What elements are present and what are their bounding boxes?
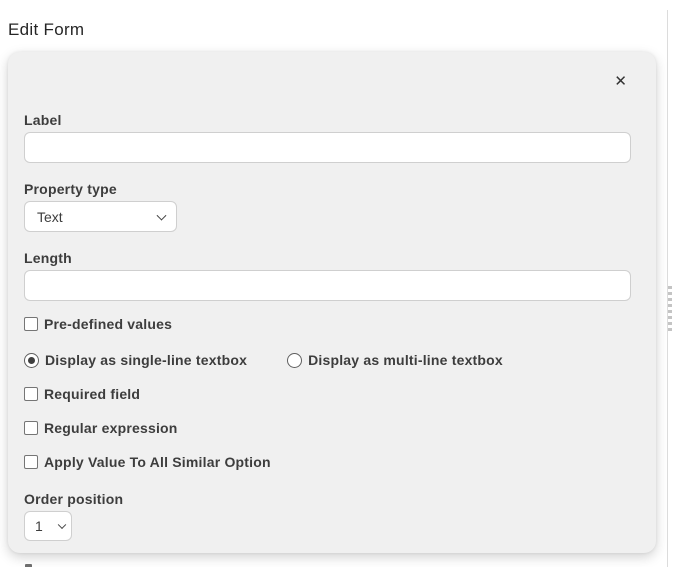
resize-handle-icon[interactable]: [668, 286, 672, 331]
single-line-radio-row[interactable]: Display as single-line textbox: [24, 352, 247, 368]
apply-value-checkbox[interactable]: [24, 455, 38, 469]
label-field-label: Label: [24, 112, 631, 128]
predefined-values-label: Pre-defined values: [44, 316, 172, 332]
order-position-group: Order position 1: [24, 491, 631, 541]
predefined-values-checkbox[interactable]: [24, 317, 38, 331]
length-field-group: Length: [24, 250, 631, 301]
label-input[interactable]: [24, 132, 631, 163]
edit-form-modal: ✕ Label Property type Text Length Pre-de…: [8, 52, 656, 553]
order-position-select[interactable]: 1: [24, 511, 72, 541]
length-input[interactable]: [24, 270, 631, 301]
regular-expression-label: Regular expression: [44, 420, 178, 436]
apply-value-label: Apply Value To All Similar Option: [44, 454, 271, 470]
length-field-label: Length: [24, 250, 631, 266]
required-field-label: Required field: [44, 386, 140, 402]
multi-line-radio[interactable]: [287, 353, 302, 368]
property-type-select[interactable]: Text: [24, 201, 177, 232]
order-position-label: Order position: [24, 491, 631, 507]
multi-line-radio-row[interactable]: Display as multi-line textbox: [287, 352, 503, 368]
required-field-checkbox[interactable]: [24, 387, 38, 401]
required-field-checkbox-row[interactable]: Required field: [24, 386, 631, 402]
regular-expression-checkbox-row[interactable]: Regular expression: [24, 420, 631, 436]
regular-expression-checkbox[interactable]: [24, 421, 38, 435]
single-line-radio[interactable]: [24, 353, 39, 368]
property-type-group: Property type Text: [24, 181, 631, 232]
apply-value-checkbox-row[interactable]: Apply Value To All Similar Option: [24, 454, 631, 470]
close-icon[interactable]: ✕: [610, 72, 631, 91]
single-line-radio-label: Display as single-line textbox: [45, 352, 247, 368]
label-field-group: Label: [24, 112, 631, 163]
multi-line-radio-label: Display as multi-line textbox: [308, 352, 503, 368]
predefined-values-checkbox-row[interactable]: Pre-defined values: [24, 316, 631, 332]
page-title: Edit Form: [8, 20, 84, 40]
modal-header: ✕: [24, 72, 631, 90]
property-type-label: Property type: [24, 181, 631, 197]
display-mode-radio-group: Display as single-line textbox Display a…: [24, 352, 631, 368]
